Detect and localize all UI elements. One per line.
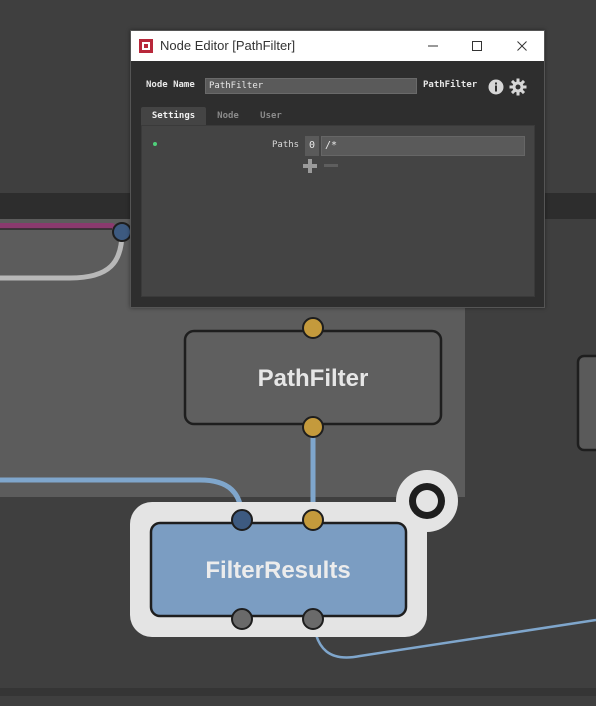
offscreen-node[interactable] — [576, 354, 596, 452]
minimize-icon — [428, 45, 438, 47]
focus-ring-hole — [416, 490, 438, 512]
add-path-icon[interactable] — [303, 159, 317, 173]
node-editor-window[interactable]: Node Editor [PathFilter] Node Name PathF… — [130, 30, 545, 308]
close-icon — [517, 41, 527, 51]
node-name-field[interactable]: PathFilter — [205, 78, 417, 94]
remove-path-icon[interactable] — [323, 159, 339, 173]
pathfilter-out-plug[interactable] — [302, 416, 324, 438]
gaffer-app-icon — [139, 39, 153, 53]
minimize-button[interactable] — [411, 31, 455, 61]
maximize-icon — [472, 41, 482, 51]
tab-user[interactable]: User — [251, 107, 291, 125]
graph-bottom-strip — [0, 688, 596, 696]
pathfilter-node-title: PathFilter — [258, 365, 369, 392]
settings-panel: Paths 0 /* — [141, 125, 535, 297]
node-name-label: Node Name — [146, 80, 195, 90]
close-button[interactable] — [500, 31, 544, 61]
filterresults-node-title: FilterResults — [205, 557, 350, 584]
paths-field[interactable]: /* — [321, 136, 525, 156]
window-title: Node Editor [PathFilter] — [160, 38, 296, 53]
paths-label: Paths — [272, 140, 300, 150]
node-type-label: PathFilter — [423, 80, 478, 90]
filterresults-out-plug-1[interactable] — [231, 608, 253, 630]
tab-settings[interactable]: Settings — [141, 107, 206, 125]
info-icon[interactable] — [488, 79, 504, 95]
filterresults-in-plug-gold[interactable] — [302, 509, 324, 531]
editor-body: Node Name PathFilter PathFilter Settings… — [131, 61, 544, 307]
window-titlebar[interactable]: Node Editor [PathFilter] — [131, 31, 544, 61]
filterresults-out-plug-2[interactable] — [302, 608, 324, 630]
pathfilter-in-plug[interactable] — [302, 317, 324, 339]
status-dot — [153, 142, 157, 146]
plug-blue-top[interactable] — [112, 222, 132, 242]
maximize-button[interactable] — [455, 31, 499, 61]
filterresults-in-plug-blue[interactable] — [231, 509, 253, 531]
tab-node[interactable]: Node — [211, 107, 245, 125]
gear-icon[interactable] — [509, 78, 527, 96]
paths-index: 0 — [305, 136, 319, 156]
